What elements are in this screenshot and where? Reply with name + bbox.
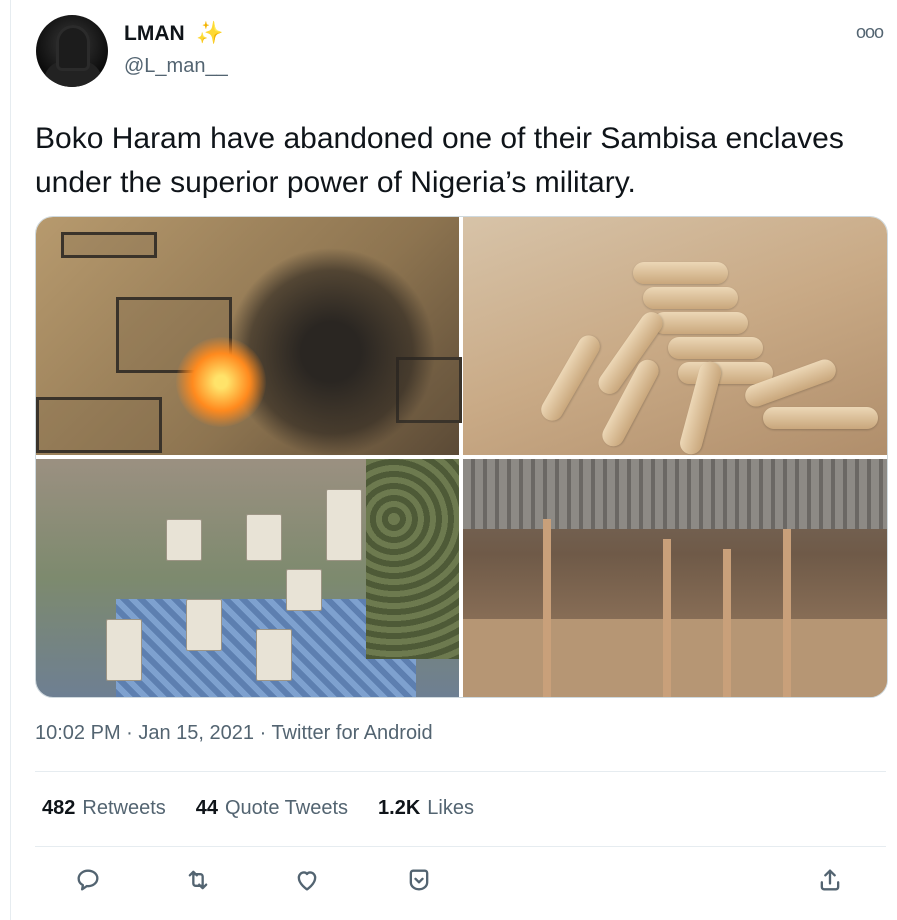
- quotes-count: 44: [195, 797, 218, 819]
- author-handle[interactable]: @L_man__: [124, 55, 228, 78]
- retweets-label: Retweets: [82, 797, 166, 819]
- like-icon[interactable]: [293, 866, 327, 900]
- divider: [35, 771, 886, 772]
- reply-icon[interactable]: [74, 866, 108, 900]
- retweets-count: 482: [42, 797, 76, 819]
- tweet-timestamp[interactable]: 10:02 PM · Jan 15, 2021 · Twitter for An…: [35, 722, 433, 745]
- photo-burning-compound[interactable]: [36, 217, 462, 457]
- author-name[interactable]: LMAN: [124, 22, 185, 46]
- retweet-icon[interactable]: [184, 866, 218, 900]
- likes-label: Likes: [427, 797, 474, 819]
- photo-books[interactable]: [36, 459, 459, 697]
- engagement-stats: 482 Retweets 44 Quote Tweets 1.2K Likes: [42, 797, 474, 820]
- photo-artillery-shells[interactable]: [463, 217, 887, 457]
- likes-stat[interactable]: 1.2K Likes: [378, 797, 474, 820]
- photo-shelter[interactable]: [463, 459, 887, 697]
- more-icon[interactable]: ooo: [856, 22, 884, 43]
- share-icon[interactable]: [816, 866, 850, 900]
- left-border: [10, 0, 11, 920]
- quotes-label: Quote Tweets: [225, 797, 349, 819]
- media-grid: [35, 216, 888, 698]
- quote-tweets-stat[interactable]: 44 Quote Tweets: [196, 797, 348, 820]
- divider: [35, 846, 886, 847]
- bookmark-icon[interactable]: [405, 866, 439, 900]
- tweet-text: Boko Haram have abandoned one of their S…: [35, 122, 844, 199]
- sparkle-emoji: ✨: [196, 20, 224, 45]
- likes-count: 1.2K: [378, 797, 421, 819]
- action-bar: [0, 866, 897, 906]
- avatar[interactable]: [36, 15, 108, 87]
- retweets-stat[interactable]: 482 Retweets: [42, 797, 166, 820]
